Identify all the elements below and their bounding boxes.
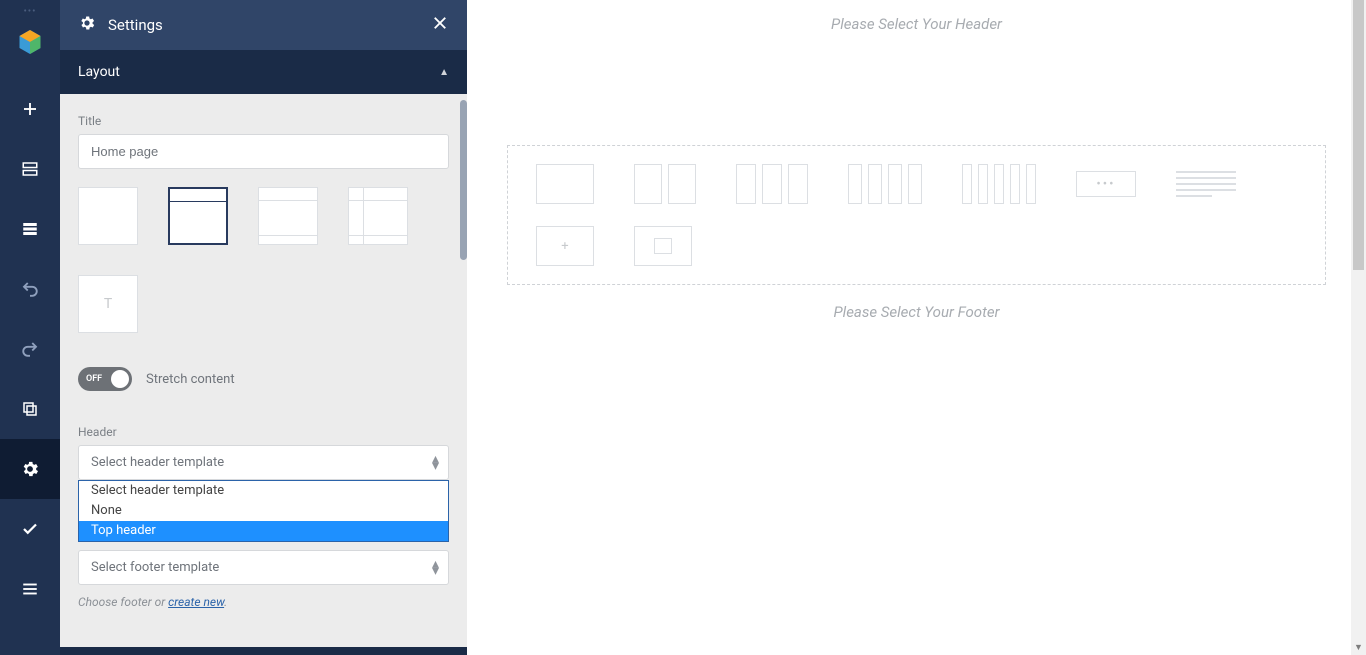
footer-select-value: Select footer template — [91, 560, 219, 575]
header-dropdown: Select header template None Top header — [78, 480, 449, 542]
section-layout-title: Layout — [78, 64, 120, 80]
header-select-value: Select header template — [91, 455, 224, 470]
element-4col[interactable] — [848, 164, 922, 204]
layout-option-header-footer[interactable] — [258, 187, 318, 245]
rail-tree[interactable] — [0, 199, 60, 259]
app-logo[interactable] — [15, 27, 45, 57]
layout-option-blank[interactable] — [78, 187, 138, 245]
footer-placeholder-text: Please Select Your Footer — [507, 303, 1326, 321]
element-add-plus[interactable]: + — [536, 226, 594, 266]
chevron-up-icon: ▲ — [439, 67, 449, 78]
element-misc[interactable] — [634, 226, 692, 266]
stretch-toggle-state: OFF — [86, 374, 102, 384]
footer-helper-suffix: . — [224, 595, 227, 609]
settings-title: Settings — [108, 16, 163, 34]
canvas-scrollbar[interactable]: ▲ ▼ — [1351, 0, 1366, 655]
element-palette[interactable]: ••• + — [507, 145, 1326, 285]
rail-ellipsis: ••• — [23, 6, 36, 17]
rail-menu[interactable] — [0, 559, 60, 619]
nav-rail: ••• — [0, 0, 60, 655]
rail-undo[interactable] — [0, 259, 60, 319]
rail-copy[interactable] — [0, 379, 60, 439]
header-placeholder-text: Please Select Your Header — [507, 15, 1326, 33]
settings-body: Layout ▲ Title T OFF — [60, 50, 467, 655]
header-select[interactable]: Select header template — [78, 445, 449, 480]
stretch-row: OFF Stretch content — [78, 367, 449, 391]
header-option-top-header[interactable]: Top header — [79, 521, 448, 541]
element-5col[interactable] — [962, 164, 1036, 204]
element-1col[interactable] — [536, 164, 594, 204]
rail-template[interactable] — [0, 139, 60, 199]
select-caret-icon: ▴▾ — [432, 561, 439, 575]
select-caret-icon: ▴▾ — [432, 456, 439, 470]
layout-options: T — [78, 187, 449, 333]
section-layout-header[interactable]: Layout ▲ — [60, 50, 467, 94]
rail-redo[interactable] — [0, 319, 60, 379]
footer-select[interactable]: Select footer template — [78, 550, 449, 585]
rail-add[interactable] — [0, 79, 60, 139]
scroll-thumb[interactable] — [1353, 0, 1364, 270]
section-customcss-header[interactable]: Custom CSS ▲ — [60, 647, 467, 655]
header-select-wrap: Select header template ▴▾ Select header … — [78, 445, 449, 480]
layout-option-sidebar[interactable] — [348, 187, 408, 245]
element-text[interactable] — [1176, 171, 1236, 197]
stretch-label: Stretch content — [146, 372, 235, 387]
layout-option-header[interactable] — [168, 187, 228, 245]
element-3col[interactable] — [736, 164, 808, 204]
gear-icon — [78, 14, 96, 36]
settings-panel: Settings Layout ▲ Title T — [60, 0, 467, 655]
element-2col[interactable] — [634, 164, 696, 204]
settings-header: Settings — [60, 0, 467, 50]
header-option-none[interactable]: None — [79, 501, 448, 521]
header-section: Header Select header template ▴▾ Select … — [78, 425, 449, 480]
footer-helper-prefix: Choose footer or — [78, 595, 168, 609]
title-input[interactable] — [78, 134, 449, 169]
panel-scrollbar[interactable] — [460, 100, 467, 260]
rail-settings[interactable] — [0, 439, 60, 499]
footer-select-wrap: Select footer template ▴▾ — [78, 550, 449, 585]
editor-canvas: Please Select Your Header ••• + Please S… — [467, 0, 1366, 655]
header-label: Header — [78, 425, 449, 439]
section-layout-body: Title T OFF Stretch content — [60, 94, 467, 633]
header-option-placeholder[interactable]: Select header template — [79, 481, 448, 501]
close-icon[interactable] — [431, 14, 449, 36]
toggle-knob — [111, 370, 129, 388]
layout-option-text[interactable]: T — [78, 275, 138, 333]
element-more[interactable]: ••• — [1076, 171, 1136, 197]
scroll-down-icon[interactable]: ▼ — [1351, 640, 1366, 655]
footer-helper: Choose footer or create new. — [78, 595, 449, 609]
title-label: Title — [78, 114, 449, 128]
stretch-toggle[interactable]: OFF — [78, 367, 132, 391]
rail-confirm[interactable] — [0, 499, 60, 559]
footer-create-new-link[interactable]: create new — [168, 595, 224, 609]
